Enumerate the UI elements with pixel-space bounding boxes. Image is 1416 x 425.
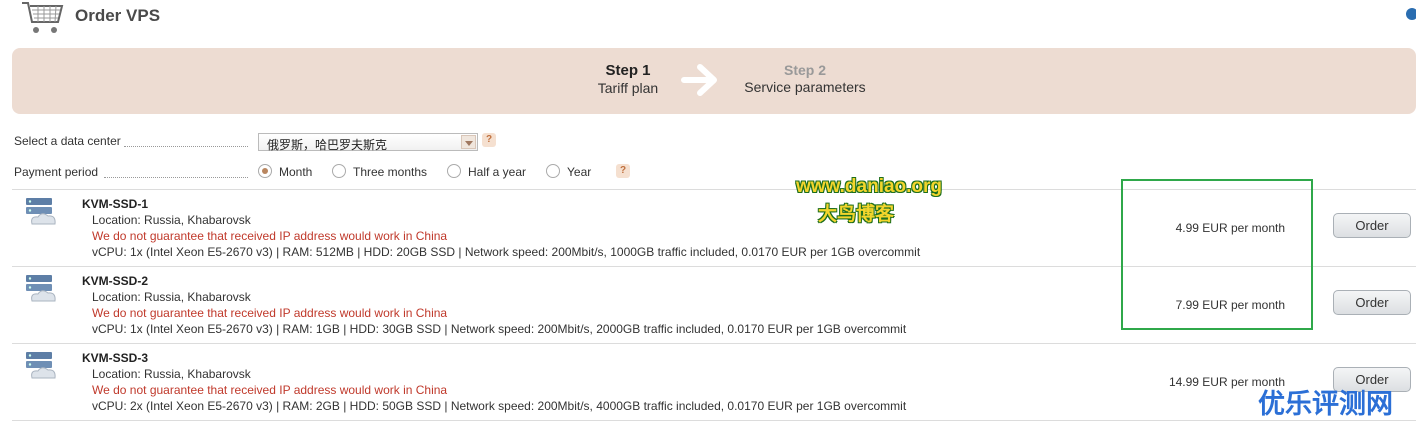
step-2-subtitle: Service parameters <box>744 79 866 95</box>
radio-three-months[interactable] <box>332 164 346 178</box>
radio-label-half-year[interactable]: Half a year <box>468 165 526 179</box>
tariff-location: Location: Russia, Khabarovsk <box>92 290 251 304</box>
radio-label-three-months[interactable]: Three months <box>353 165 427 179</box>
server-icon <box>26 198 56 225</box>
order-button[interactable]: Order <box>1333 213 1411 238</box>
page-title: Order VPS <box>75 6 161 25</box>
tariff-name: KVM-SSD-3 <box>82 351 149 365</box>
payment-period-label: Payment period <box>14 165 99 179</box>
refresh-icon[interactable] <box>1406 8 1416 20</box>
tariff-specs: vCPU: 2x (Intel Xeon E5-2670 v3) | RAM: … <box>92 399 907 413</box>
step-1-subtitle: Tariff plan <box>597 80 659 96</box>
help-icon[interactable]: ? <box>616 164 630 178</box>
dotted-leader <box>104 177 248 178</box>
radio-label-month[interactable]: Month <box>279 165 312 179</box>
radio-half-year[interactable] <box>447 164 461 178</box>
radio-label-year[interactable]: Year <box>567 165 591 179</box>
server-icon <box>26 352 56 379</box>
tariff-location: Location: Russia, Khabarovsk <box>92 367 251 381</box>
tariff-warning: We do not guarantee that received IP add… <box>92 229 448 243</box>
radio-year[interactable] <box>546 164 560 178</box>
help-icon[interactable]: ? <box>482 133 496 147</box>
cart-icon <box>22 2 64 33</box>
chevron-down-icon[interactable] <box>461 135 476 149</box>
tariff-warning: We do not guarantee that received IP add… <box>92 306 448 320</box>
tariff-location: Location: Russia, Khabarovsk <box>92 213 251 227</box>
step-1-title: Step 1 <box>605 62 651 79</box>
tariff-name: KVM-SSD-1 <box>82 197 149 211</box>
step-arrow-icon <box>681 64 717 96</box>
order-button[interactable]: Order <box>1333 290 1411 315</box>
datacenter-label: Select a data center <box>14 134 121 148</box>
step-2-title: Step 2 <box>783 62 826 78</box>
divider <box>12 420 1416 421</box>
watermark-site: www.daniao.org <box>796 176 943 197</box>
dotted-leader <box>124 146 248 147</box>
watermark-site-cn: 大鸟博客 <box>818 204 895 225</box>
tariff-name: KVM-SSD-2 <box>82 274 149 288</box>
datacenter-select[interactable]: 俄罗斯，哈巴罗夫斯克 <box>258 133 478 152</box>
server-icon <box>26 275 56 302</box>
tariff-specs: vCPU: 1x (Intel Xeon E5-2670 v3) | RAM: … <box>92 322 907 336</box>
tariff-specs: vCPU: 1x (Intel Xeon E5-2670 v3) | RAM: … <box>92 245 921 259</box>
highlight-box <box>1121 179 1313 330</box>
divider <box>12 343 1416 344</box>
watermark-corner: 优乐评测网 <box>1258 389 1393 419</box>
radio-month[interactable] <box>258 164 272 178</box>
tariff-warning: We do not guarantee that received IP add… <box>92 383 448 397</box>
